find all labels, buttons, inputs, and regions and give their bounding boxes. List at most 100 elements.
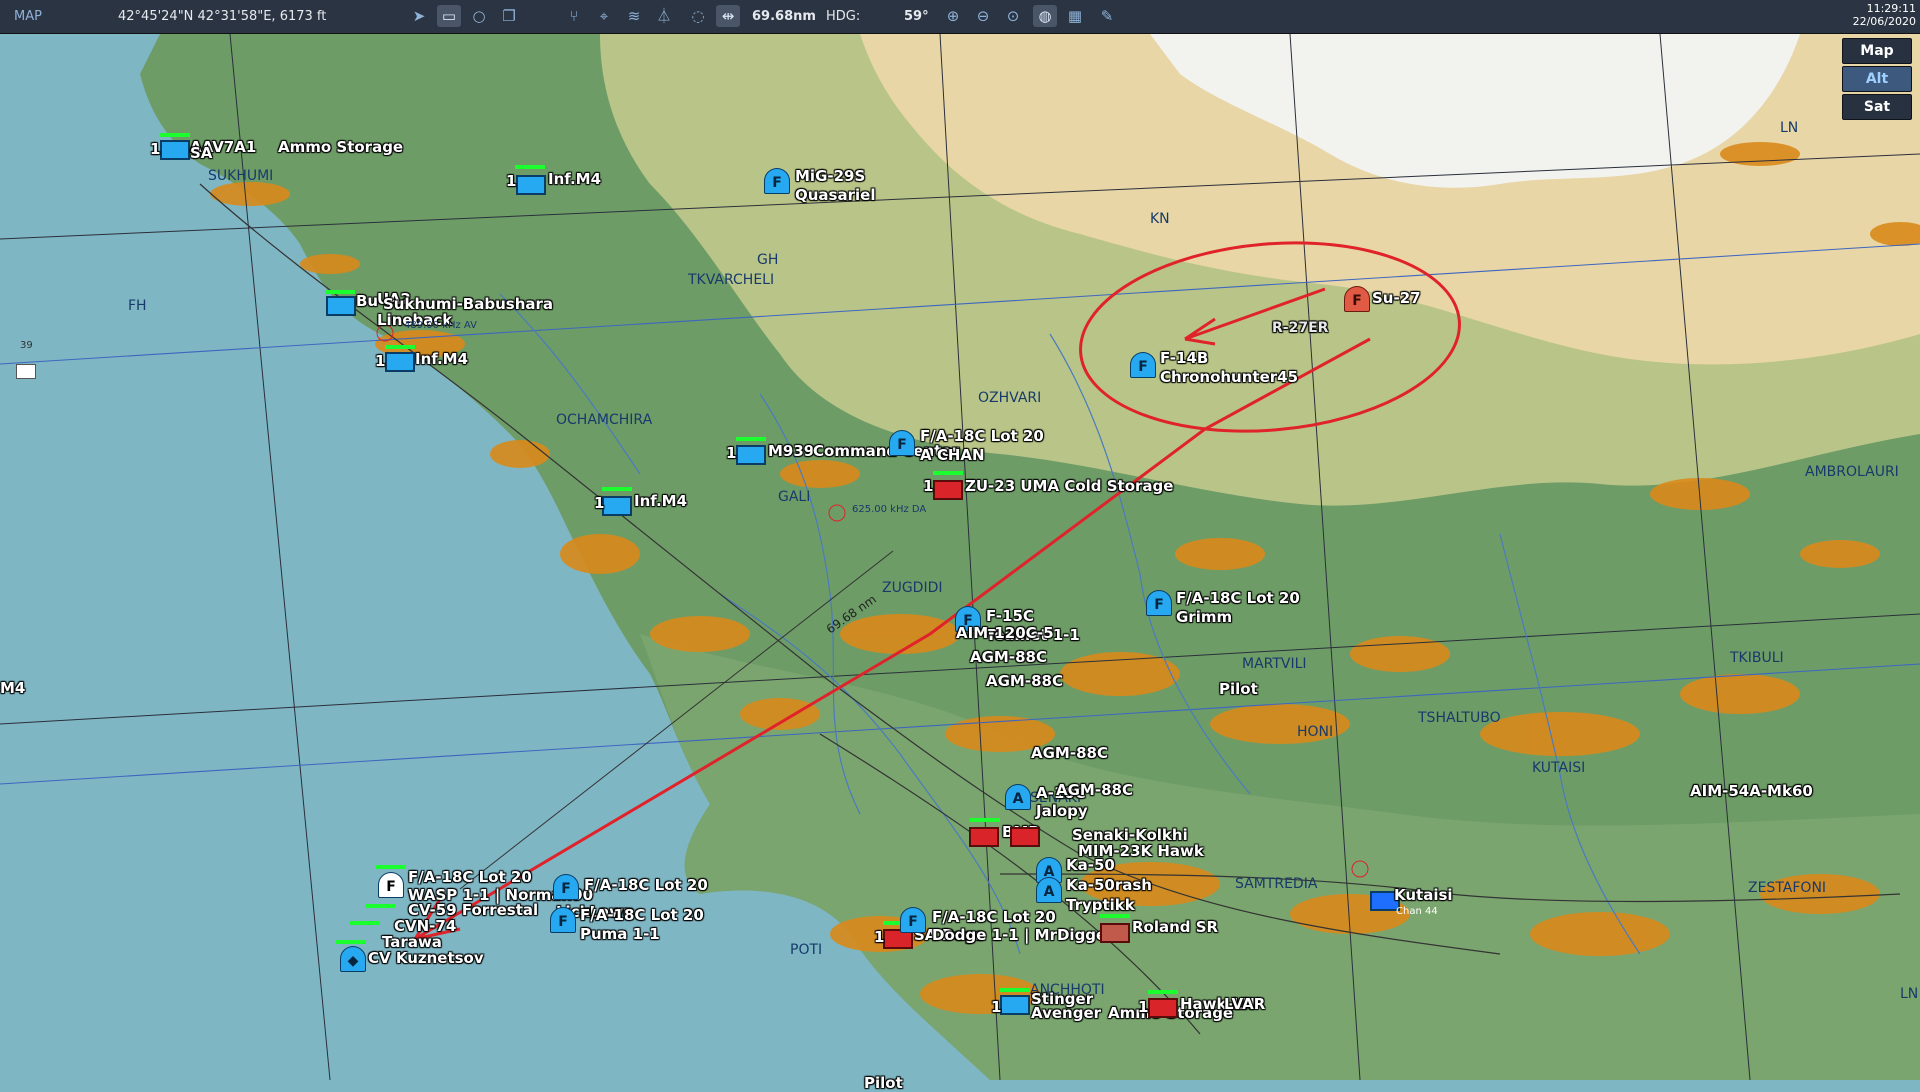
signal-icon[interactable]: ≋ [622,5,646,27]
town-label: KN [1150,211,1170,227]
zoom-out-icon[interactable]: ⊖ [971,5,995,27]
fighter-marker[interactable]: F [1146,590,1172,616]
unit-count: 1 [1138,998,1149,1016]
missile-label: AGM-88C [986,672,1063,690]
fighter-marker[interactable]: F [553,874,579,900]
map-style-map-button[interactable]: Map [1842,38,1912,64]
unit-label: LVAR [1224,995,1266,1013]
fighter-marker[interactable]: F [764,168,790,194]
unit-label: Quasariel [795,186,876,204]
town-label: TKIBULI [1730,650,1784,666]
zoom-fit-icon[interactable]: ⊙ [1001,5,1025,27]
target-icon[interactable]: ⌖ [592,5,616,27]
route-icon[interactable]: ⑂ [562,5,586,27]
unit-label: F/A-18C Lot 20 [584,876,708,894]
missile-label: AIM-120C-5 [956,624,1054,642]
zoom-in-icon[interactable]: ⊕ [941,5,965,27]
unit-label: Inf.M4 [548,170,602,188]
navigate-icon[interactable]: ➤ [407,5,431,27]
map-style-alt-button[interactable]: Alt [1842,66,1912,92]
town-label: LN [1780,120,1799,136]
hostile-fighter-marker[interactable]: F [1344,286,1370,312]
attacker-marker[interactable]: A [1036,877,1062,903]
unit-label: Bu [356,292,379,310]
ground-unit-marker[interactable] [385,352,415,372]
unit-label: Ammo Storage [278,138,404,156]
health-bar [602,487,632,491]
unit-count: 1 [991,998,1002,1016]
unit-label: F-15C [986,607,1034,625]
ship-label: CV Kuznetsov [368,949,484,967]
fighter-marker[interactable]: F [900,907,926,933]
health-bar [365,904,395,908]
hostile-ground-marker[interactable] [1148,998,1178,1018]
unit-label: F/A-18C Lot 20 [580,906,704,924]
top-toolbar: MAP 42°45'24"N 42°31'58"E, 6173 ft ➤ ▭ ○… [0,0,1920,34]
health-bar [376,865,406,869]
unit-count: 1 [726,444,737,462]
hostile-ground-marker[interactable] [969,827,999,847]
fighter-marker[interactable]: F [889,430,915,456]
pencil-icon[interactable]: ✎ [1095,5,1119,27]
cursor-coordinates: 42°45'24"N 42°31'58"E, 6173 ft [118,9,327,24]
clock-time: 11:29:11 [1866,2,1916,15]
health-bar [325,290,355,294]
ship-marker[interactable]: ◆ [340,946,366,972]
fighter-marker[interactable]: F [550,907,576,933]
map-canvas[interactable]: 69.68 nm SUKHUMI TKVARCHELI GH KN LN FH … [0,34,1920,1092]
health-bar [336,940,366,944]
mail-icon[interactable] [16,364,36,379]
distance-readout: 69.68nm [752,9,816,24]
hostile-ground-marker[interactable] [933,480,963,500]
ground-unit-marker[interactable] [736,445,766,465]
ground-unit-marker[interactable] [602,496,632,516]
town-label: FH [128,298,147,314]
unit-label: F/A-18C Lot 20 [920,427,1044,445]
unit-count: 1 [150,140,161,158]
unit-label: ZU-23 UMA Cold Storage [965,477,1174,495]
layer-icon[interactable]: ▭ [437,5,461,27]
missile-label: R-27ER [1272,320,1329,336]
hostile-ground-marker[interactable] [1100,923,1130,943]
unit-label: Ka-50rash [1066,876,1152,894]
town-label: GH [757,252,779,268]
unit-label: A CHAN [920,446,985,464]
unit-label: F/A-18C Lot 20 [408,868,532,886]
friendly-fighter-selected[interactable]: F [378,872,404,898]
pilot-label: Pilot [1219,680,1258,698]
counter-label: 39 [20,340,33,351]
unit-label: F/A-18C Lot 20 [1176,589,1300,607]
airbase-marker[interactable] [326,296,356,316]
copy-icon[interactable]: ❐ [497,5,521,27]
ruler-icon[interactable]: ⇹ [716,5,740,27]
unit-label: M4 [0,679,26,697]
town-label: KUTAISI [1532,760,1586,776]
unit-label: M939 [768,442,815,460]
town-label: POTI [790,942,823,958]
unit-label: Su-27 [1372,289,1421,307]
missile-label: AIM-54A-Mk60 [1690,782,1813,800]
heading-label: HDG: [826,9,861,24]
fighter-marker[interactable]: F [1130,352,1156,378]
globe-icon[interactable]: ◍ [1033,5,1057,27]
ground-unit-marker[interactable] [1000,995,1030,1015]
app-title: MAP [14,9,42,24]
grid-icon[interactable]: ▦ [1063,5,1087,27]
circle-icon[interactable]: ○ [467,5,491,27]
missile-label: AGM-88C [1056,781,1133,799]
ground-unit-marker[interactable] [516,175,546,195]
health-bar [350,921,380,925]
ground-unit-marker[interactable] [160,140,190,160]
map-style-sat-button[interactable]: Sat [1842,94,1912,120]
tower-icon[interactable]: ⏃ [652,5,676,27]
attacker-marker[interactable]: A [1005,784,1031,810]
unit-label: Ka-50 [1066,856,1115,874]
hostile-ground-marker[interactable] [1010,827,1040,847]
missile-label: AGM-88C [970,648,1047,666]
unit-count: 1 [874,928,885,946]
unit-label: Chronohunter45 [1160,368,1299,386]
town-label: SAMTREDIA [1235,876,1318,892]
chat-icon[interactable]: ◌ [686,5,710,27]
unit-label: MiG-29S [795,167,866,185]
town-label: AMBROLAURI [1805,464,1899,480]
